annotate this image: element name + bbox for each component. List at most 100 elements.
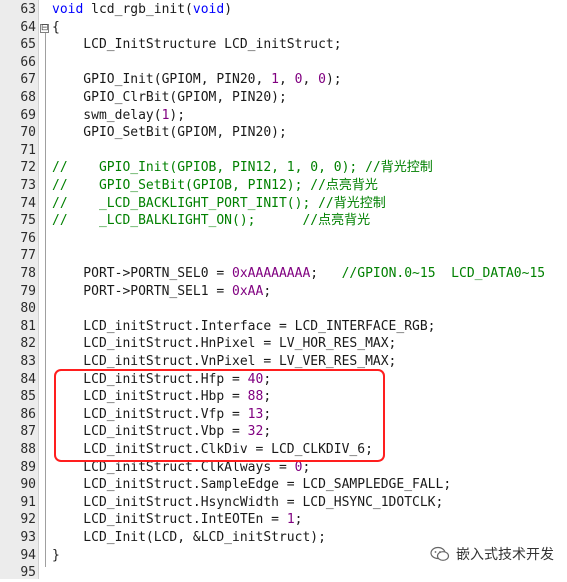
- code-line[interactable]: 67 GPIO_Init(GPIOM, PIN20, 1, 0, 0);: [0, 71, 567, 89]
- line-number: 64: [20, 19, 36, 35]
- code-line[interactable]: 69 swm_delay(1);: [0, 107, 567, 125]
- number-token: 0xAAAAAAAA: [232, 266, 311, 281]
- line-number: 63: [20, 2, 36, 17]
- code-line[interactable]: 80: [0, 300, 567, 318]
- line-number: 74: [20, 195, 36, 211]
- code-token: LCD_initStruct.IntEOTEn =: [52, 512, 287, 528]
- code-token: ;: [294, 512, 303, 528]
- line-number: 78: [20, 266, 36, 281]
- watermark-text: 嵌入式技术开发: [456, 547, 554, 563]
- code-line[interactable]: 95: [0, 564, 567, 582]
- code-line[interactable]: 76: [0, 230, 567, 248]
- code-line[interactable]: 73 // GPIO_SetBit(GPIOB, PIN12); //点亮背光: [0, 177, 567, 195]
- code-line[interactable]: 72 // GPIO_Init(GPIOB, PIN12, 1, 0, 0); /…: [0, 159, 567, 177]
- line-number: 87: [20, 424, 36, 440]
- code-line[interactable]: 71: [0, 142, 567, 160]
- code-token: );: [325, 72, 342, 88]
- code-text: PORT->PORTN_SEL1 = 0xAA;: [52, 283, 271, 301]
- line-number: 95: [20, 565, 36, 581]
- code-token: LCD_initStruct.Interface = LCD_INTERFACE…: [52, 318, 436, 334]
- keyword-token: void: [52, 2, 84, 17]
- code-line[interactable]: 92 LCD_initStruct.IntEOTEn = 1;: [0, 511, 567, 529]
- code-line[interactable]: 64 ⊟{: [0, 19, 567, 37]
- code-token: GPIO_SetBit(GPIOM, PIN20);: [52, 125, 287, 141]
- code-line[interactable]: 74 // _LCD_BACKLIGHT_PORT_INIT(); //背光控制: [0, 195, 567, 213]
- number-token: 0xAA: [232, 283, 264, 299]
- code-editor[interactable]: 63 void lcd_rgb_init(void) 64 ⊟{65 LCD_Init…: [0, 0, 567, 582]
- code-text: swm_delay(1);: [52, 107, 185, 125]
- code-token: {: [52, 19, 60, 35]
- code-token: LCD_initStruct.VnPixel = LV_VER_RES_MAX;: [52, 354, 397, 369]
- code-text: }: [52, 547, 60, 565]
- code-text: // GPIO_SetBit(GPIOB, PIN12); //点亮背光: [52, 177, 378, 195]
- number-token: 1: [271, 72, 279, 88]
- code-line[interactable]: 70 GPIO_SetBit(GPIOM, PIN20);: [0, 124, 567, 142]
- code-line[interactable]: 78 PORT->PORTN_SEL0 = 0xAAAAAAAA; //GPIO…: [0, 265, 567, 283]
- line-number: 79: [20, 283, 36, 299]
- line-number: 91: [20, 494, 36, 510]
- code-line[interactable]: 81 LCD_initStruct.Interface = LCD_INTERF…: [0, 318, 567, 336]
- highlight-box: [54, 369, 385, 462]
- line-number: 76: [20, 230, 36, 246]
- line-number: 69: [20, 107, 36, 123]
- line-number: 86: [20, 406, 36, 422]
- code-line[interactable]: 90 LCD_initStruct.SampleEdge = LCD_SAMPL…: [0, 476, 567, 494]
- line-number: 73: [20, 178, 36, 193]
- watermark: 嵌入式技术开发: [430, 544, 554, 564]
- code-token: ): [224, 2, 233, 17]
- code-text: LCD_initStruct.SampleEdge = LCD_SAMPLEDG…: [52, 476, 451, 494]
- line-number: 82: [20, 336, 36, 352]
- code-line[interactable]: 68 GPIO_ClrBit(GPIOM, PIN20);: [0, 89, 567, 107]
- line-number: 84: [20, 371, 36, 387]
- code-line[interactable]: 82 LCD_initStruct.HnPixel = LV_HOR_RES_M…: [0, 335, 567, 353]
- code-text: LCD_initStruct.HnPixel = LV_HOR_RES_MAX;: [52, 335, 396, 353]
- code-line[interactable]: 75 // _LCD_BALKLIGHT_ON(); //点亮背光: [0, 212, 567, 230]
- code-text: // GPIO_Init(GPIOB, PIN12, 1, 0, 0); //背…: [52, 159, 433, 177]
- code-token: PORT->PORTN_SEL0 =: [52, 266, 233, 281]
- line-number: 67: [20, 72, 36, 88]
- collapse-icon[interactable]: ⊟: [40, 23, 49, 33]
- code-line[interactable]: 66: [0, 54, 567, 72]
- code-text: LCD_initStruct.VnPixel = LV_VER_RES_MAX;: [52, 353, 396, 371]
- code-line[interactable]: 65 LCD_InitStructure LCD_initStruct;: [0, 36, 567, 54]
- code-text: PORT->PORTN_SEL0 = 0xAAAAAAAA; //GPION.0…: [52, 265, 545, 283]
- line-number: 75: [20, 213, 36, 229]
- line-number: 85: [20, 389, 36, 405]
- code-text: GPIO_ClrBit(GPIOM, PIN20);: [52, 89, 287, 107]
- line-number: 77: [20, 248, 36, 264]
- code-token: LCD_Init(LCD, &LCD_initStruct);: [52, 530, 326, 545]
- code-token: ,: [278, 72, 295, 88]
- line-number: 81: [20, 318, 36, 334]
- code-line[interactable]: 83 LCD_initStruct.VnPixel = LV_VER_RES_M…: [0, 353, 567, 371]
- comment-token: // GPIO_SetBit(GPIOB, PIN12); //点亮背光: [52, 178, 378, 193]
- code-token: }: [52, 547, 60, 563]
- code-token: GPIO_Init(GPIOM, PIN20,: [52, 72, 272, 88]
- code-text: LCD_initStruct.IntEOTEn = 1;: [52, 511, 302, 529]
- keyword-token: void: [192, 2, 225, 17]
- line-number: 89: [20, 459, 36, 475]
- code-line[interactable]: 79 PORT->PORTN_SEL1 = 0xAA;: [0, 283, 567, 301]
- wechat-icon: [430, 546, 450, 561]
- code-line[interactable]: 91 LCD_initStruct.HsyncWidth = LCD_HSYNC…: [0, 494, 567, 512]
- comment-token: //GPION.0~15 LCD_DATA0~15: [341, 266, 546, 281]
- code-token: PORT->PORTN_SEL1 =: [52, 283, 233, 299]
- line-number: 72: [20, 160, 36, 176]
- line-number: 93: [20, 530, 36, 545]
- code-token: swm_delay(: [52, 107, 162, 123]
- code-text: // _LCD_BACKLIGHT_PORT_INIT(); //背光控制: [52, 195, 386, 213]
- code-text: LCD_initStruct.Interface = LCD_INTERFACE…: [52, 318, 436, 336]
- code-line[interactable]: 63 void lcd_rgb_init(void): [0, 1, 567, 19]
- code-token: LCD_InitStructure LCD_initStruct;: [52, 37, 342, 53]
- code-line[interactable]: 77: [0, 247, 567, 265]
- line-number: 83: [20, 354, 36, 369]
- code-text: GPIO_Init(GPIOM, PIN20, 1, 0, 0);: [52, 71, 342, 89]
- code-token: LCD_initStruct.SampleEdge = LCD_SAMPLEDG…: [52, 477, 452, 493]
- code-text: void lcd_rgb_init(void): [52, 1, 232, 19]
- code-token: ;: [263, 283, 272, 299]
- code-text: LCD_Init(LCD, &LCD_initStruct);: [52, 529, 326, 547]
- line-number: 65: [20, 37, 36, 53]
- line-number: 90: [20, 477, 36, 493]
- code-text: GPIO_SetBit(GPIOM, PIN20);: [52, 124, 287, 142]
- code-text: {: [52, 19, 60, 37]
- code-token: LCD_initStruct.HnPixel = LV_HOR_RES_MAX;: [52, 336, 397, 352]
